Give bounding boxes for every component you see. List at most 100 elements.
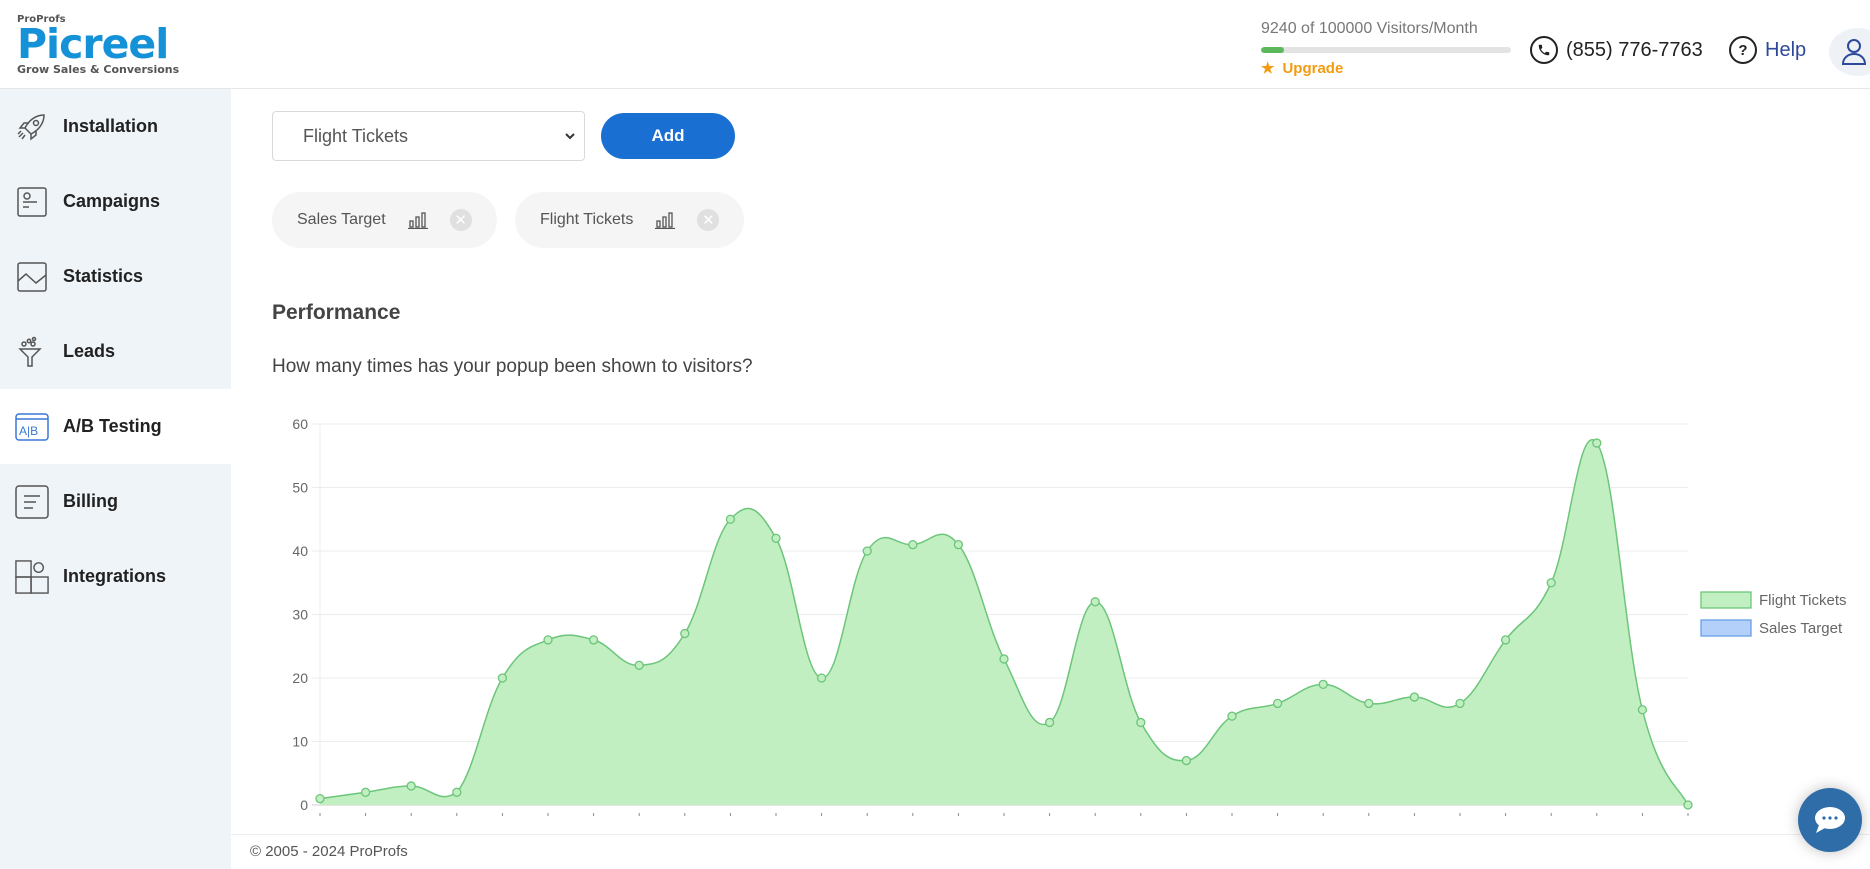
chat-widget-button[interactable] bbox=[1798, 788, 1862, 852]
phone-icon bbox=[1530, 36, 1558, 64]
data-point bbox=[771, 533, 781, 543]
y-tick-label: 30 bbox=[292, 607, 308, 623]
data-point bbox=[680, 628, 690, 639]
chip-flight-tickets: Flight Tickets ✕ bbox=[515, 192, 745, 248]
upgrade-link[interactable]: ★ Upgrade bbox=[1261, 59, 1511, 78]
visitors-progress-fill bbox=[1261, 47, 1285, 53]
logo-tagline: Grow Sales & Conversions bbox=[17, 63, 180, 76]
data-point bbox=[1500, 635, 1511, 645]
sidebar-item-label: Campaigns bbox=[63, 191, 161, 211]
data-point bbox=[1136, 717, 1146, 728]
data-point bbox=[1637, 705, 1648, 715]
data-point bbox=[908, 539, 918, 550]
data-point bbox=[1683, 800, 1693, 810]
data-point bbox=[1592, 438, 1602, 448]
bar-chart-icon[interactable] bbox=[655, 211, 676, 229]
svg-text:A|B: A|B bbox=[19, 424, 38, 438]
data-point bbox=[725, 514, 736, 524]
data-point bbox=[406, 781, 416, 791]
star-icon: ★ bbox=[1261, 60, 1275, 77]
y-tick-label: 50 bbox=[292, 480, 308, 496]
bar-chart-icon[interactable] bbox=[407, 211, 428, 229]
legend-label: Flight Tickets bbox=[1759, 592, 1847, 609]
data-point bbox=[360, 787, 371, 797]
series-select[interactable]: Flight Tickets bbox=[272, 111, 585, 161]
series-select-value: Flight Tickets bbox=[303, 125, 409, 146]
sidebar-item-label: Integrations bbox=[63, 566, 167, 586]
sidebar-item-statistics[interactable]: Statistics bbox=[0, 239, 231, 314]
data-point bbox=[588, 635, 599, 645]
performance-question: How many times has your popup been shown… bbox=[272, 356, 753, 377]
data-point bbox=[1272, 698, 1283, 709]
visitors-progress-bar bbox=[1261, 47, 1511, 53]
sidebar-item-label: Installation bbox=[63, 116, 159, 136]
performance-chart: 0 10 20 30 40 50 60 Flight Tickets Sales Target bbox=[270, 410, 1870, 820]
phone-contact[interactable]: (855) 776-7763 bbox=[1530, 36, 1703, 64]
sidebar: Installation Campaigns Statistics Leads … bbox=[0, 89, 231, 869]
sidebar-item-label: Billing bbox=[63, 491, 118, 511]
billing-doc-icon bbox=[15, 484, 49, 519]
data-point bbox=[862, 546, 872, 556]
data-point bbox=[1090, 597, 1100, 607]
chevron-down-icon bbox=[565, 133, 575, 140]
remove-chip-button[interactable]: ✕ bbox=[449, 209, 472, 231]
y-tick-label: 60 bbox=[292, 416, 308, 432]
performance-title: Performance bbox=[272, 301, 401, 324]
phone-number: (855) 776-7763 bbox=[1566, 38, 1703, 61]
data-point bbox=[1455, 698, 1465, 709]
help-label: Help bbox=[1765, 38, 1807, 61]
data-point bbox=[497, 673, 508, 683]
data-point bbox=[543, 635, 553, 645]
user-avatar-button[interactable] bbox=[1829, 28, 1870, 76]
data-point bbox=[999, 654, 1009, 664]
remove-chip-button[interactable]: ✕ bbox=[697, 209, 720, 231]
sidebar-item-billing[interactable]: Billing bbox=[0, 464, 231, 539]
data-point bbox=[315, 793, 325, 804]
data-point bbox=[1181, 755, 1192, 766]
flight-tickets-area bbox=[320, 439, 1688, 805]
sidebar-item-installation[interactable]: Installation bbox=[0, 89, 231, 164]
funnel-icon bbox=[15, 335, 49, 369]
visitors-usage: 9240 of 100000 Visitors/Month ★ Upgrade bbox=[1261, 20, 1511, 77]
sidebar-item-campaigns[interactable]: Campaigns bbox=[0, 164, 231, 239]
y-tick-label: 40 bbox=[292, 543, 308, 559]
add-button[interactable]: Add bbox=[601, 113, 735, 159]
campaign-card-icon bbox=[15, 185, 49, 219]
sidebar-item-integrations[interactable]: Integrations bbox=[0, 539, 231, 614]
help-link[interactable]: ? Help bbox=[1729, 36, 1806, 64]
data-point bbox=[452, 787, 462, 797]
chat-bubble-icon bbox=[1815, 807, 1845, 833]
copyright-text: © 2005 - 2024 ProProfs bbox=[250, 843, 408, 860]
line-chart-icon bbox=[15, 260, 49, 294]
ab-test-icon: A|B bbox=[15, 410, 49, 444]
legend-swatch bbox=[1700, 591, 1752, 609]
data-point bbox=[953, 539, 964, 550]
data-point bbox=[1409, 692, 1420, 702]
y-tick-label: 10 bbox=[292, 734, 308, 750]
picreel-logo[interactable]: ProProfs Picreel Grow Sales & Conversion… bbox=[17, 14, 179, 76]
rocket-icon bbox=[15, 110, 49, 144]
integrations-grid-icon bbox=[15, 559, 49, 594]
sidebar-item-label: Leads bbox=[63, 341, 116, 361]
data-point bbox=[634, 660, 644, 670]
legend-label: Sales Target bbox=[1759, 620, 1843, 637]
visitors-text: 9240 of 100000 Visitors/Month bbox=[1261, 20, 1478, 37]
chip-label: Sales Target bbox=[297, 211, 386, 228]
question-icon: ? bbox=[1729, 36, 1757, 64]
data-point bbox=[1044, 717, 1055, 728]
upgrade-label: Upgrade bbox=[1282, 59, 1344, 77]
footer: © 2005 - 2024 ProProfs bbox=[231, 834, 1870, 869]
top-header: ProProfs Picreel Grow Sales & Conversion… bbox=[0, 0, 1870, 89]
y-tick-label: 20 bbox=[292, 670, 308, 686]
data-point bbox=[816, 673, 827, 683]
logo-brand-text: Picreel bbox=[17, 20, 169, 68]
sidebar-item-leads[interactable]: Leads bbox=[0, 314, 231, 389]
data-point bbox=[1318, 679, 1328, 690]
sidebar-item-label: A/B Testing bbox=[63, 416, 162, 436]
legend-swatch bbox=[1700, 619, 1752, 637]
chip-sales-target: Sales Target ✕ bbox=[272, 192, 497, 248]
y-tick-label: 0 bbox=[300, 797, 308, 813]
sidebar-item-ab-testing[interactable]: A|B A/B Testing bbox=[0, 389, 231, 464]
data-point bbox=[1546, 578, 1556, 588]
user-icon bbox=[1841, 39, 1867, 65]
